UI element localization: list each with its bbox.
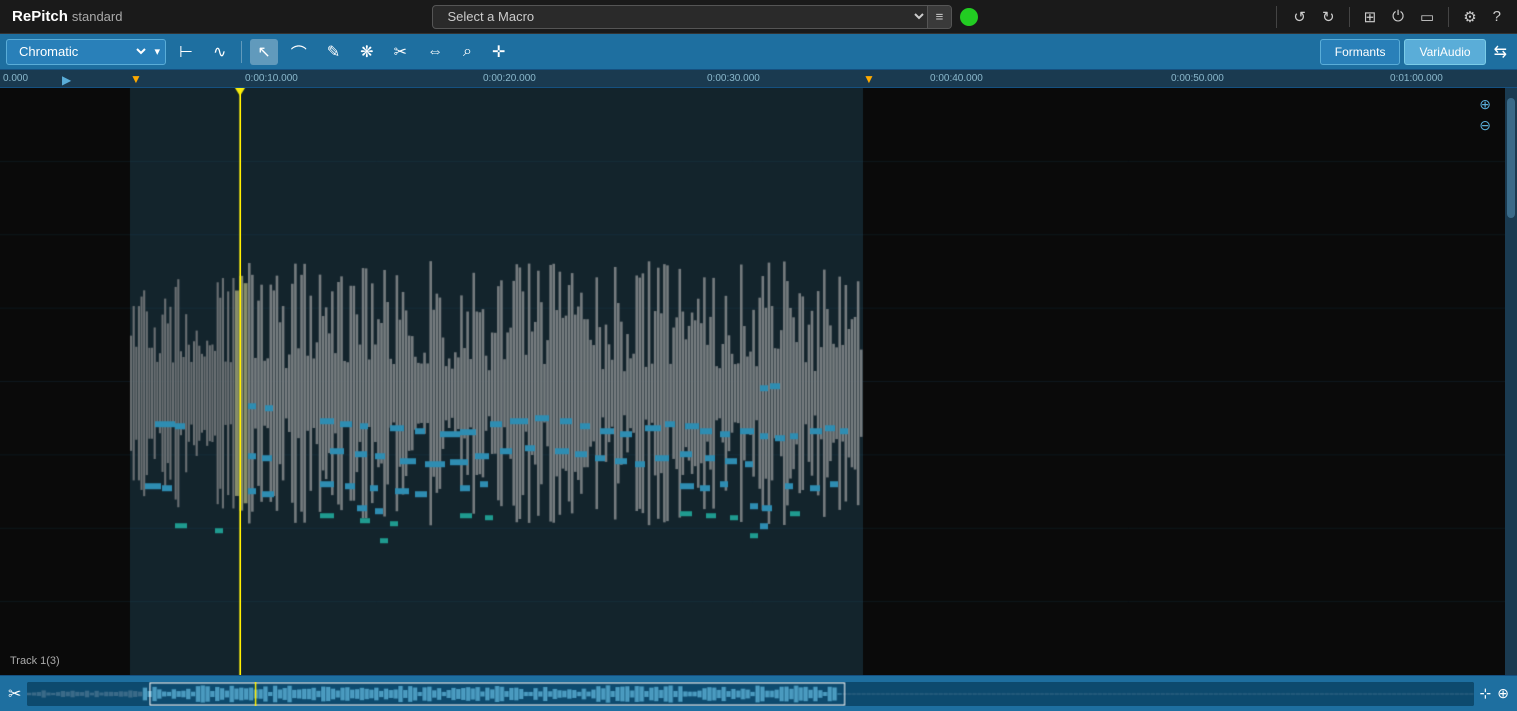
scissors-tool-button[interactable]: ✂ (387, 39, 414, 65)
help-button[interactable]: ? (1487, 6, 1507, 27)
scale-select-container: Chromatic ▾ (6, 39, 166, 65)
smart-tool-button[interactable]: ❋ (353, 39, 380, 65)
track-label: Track 1(3) (10, 655, 60, 667)
main-area: Track 1(3) ⊕ ⊖ (0, 88, 1517, 675)
loop-start-marker[interactable]: ▼ (130, 72, 142, 86)
scale-dropdown-arrow-icon: ▾ (149, 45, 165, 58)
bottom-snap-icon: ⊹ (1480, 685, 1492, 701)
select-tool-icon: ↖ (257, 42, 270, 62)
logo-pitch: Pitch (31, 8, 68, 25)
pitch-curve-tool-button[interactable]: ⌒ (284, 39, 314, 65)
zoom-out-button[interactable]: ⊖ (1479, 117, 1491, 134)
top-right-controls: ↺ ↻ ⊞ ⏻ ▭ ⚙ ? (1276, 6, 1517, 28)
help-icon: ? (1493, 8, 1501, 25)
redo-button[interactable]: ↻ (1316, 6, 1341, 28)
pitch-curve-icon: ⌒ (291, 40, 307, 64)
mini-waveform[interactable] (27, 682, 1473, 706)
move-icon: ✛ (492, 42, 505, 62)
expand-button[interactable]: ⇆ (1490, 42, 1511, 62)
variaudio-button[interactable]: VariAudio (1404, 39, 1485, 65)
snap-button[interactable]: ⊢ (172, 39, 200, 65)
draw-icon: ✎ (327, 42, 340, 62)
settings-button[interactable]: ⚙ (1457, 6, 1482, 28)
time-marker-40: 0:00:40.000 (930, 73, 983, 84)
grid-button[interactable]: ⊞ (1358, 6, 1383, 28)
bottom-zoom-button[interactable]: ⊕ (1497, 685, 1509, 702)
monitor-button[interactable]: ▭ (1414, 6, 1440, 28)
bottom-bar: ✂ ⊹ ⊕ (0, 675, 1517, 711)
macro-select-container: Select a Macro ≡ (432, 5, 952, 29)
bottom-snap-button[interactable]: ⊹ (1480, 685, 1492, 702)
zoom-tool-button[interactable]: ⌕ (456, 39, 479, 65)
macro-select[interactable]: Select a Macro (433, 8, 926, 25)
time-marker-30: 0:00:30.000 (707, 73, 760, 84)
time-marker-20: 0:00:20.000 (483, 73, 536, 84)
draw-tool-button[interactable]: ✎ (320, 39, 347, 65)
macro-status-indicator (960, 8, 978, 26)
power-icon: ⏻ (1392, 8, 1404, 25)
move-tool-button[interactable]: ✛ (485, 39, 512, 65)
filter-icon: ≡ (936, 9, 944, 24)
multi-tool-button[interactable]: ⇔ (420, 39, 450, 65)
expand-icon: ⇆ (1494, 44, 1507, 61)
macro-area: Select a Macro ≡ (134, 5, 1276, 29)
top-bar: RePitch standard Select a Macro ≡ ↺ ↻ ⊞ … (0, 0, 1517, 34)
right-scrollbar[interactable] (1505, 88, 1517, 675)
mini-waveform-canvas (27, 682, 1473, 706)
undo-icon: ↺ (1293, 8, 1306, 26)
bottom-scissors-icon: ✂ (8, 686, 21, 703)
logo-re: Re (12, 8, 31, 25)
waveform-canvas (0, 88, 1505, 675)
redo-icon: ↻ (1322, 8, 1335, 26)
toolbar: Chromatic ▾ ⊢ ∿ ↖ ⌒ ✎ ❋ ✂ ⇔ ⌕ ✛ Formants… (0, 34, 1517, 70)
logo-area: RePitch standard (0, 8, 134, 25)
toolbar-separator (241, 41, 242, 63)
toolbar-right: Formants VariAudio ⇆ (1320, 39, 1511, 65)
separator (1448, 7, 1449, 27)
waveform-area[interactable]: Track 1(3) ⊕ ⊖ (0, 88, 1505, 675)
scale-select[interactable]: Chromatic (7, 43, 149, 60)
multi-icon: ⇔ (427, 43, 443, 61)
bottom-zoom-icon: ⊕ (1497, 685, 1509, 701)
formants-button[interactable]: Formants (1320, 39, 1401, 65)
time-marker-0: 0.000 (3, 73, 28, 84)
scrollbar-thumb[interactable] (1507, 98, 1515, 218)
select-tool-button[interactable]: ↖ (250, 39, 277, 65)
time-marker-10: 0:00:10.000 (245, 73, 298, 84)
undo-button[interactable]: ↺ (1287, 6, 1312, 28)
loop-end-marker[interactable]: ▼ (863, 72, 875, 86)
time-marker-60: 0:01:00.000 (1390, 73, 1443, 84)
separator (1349, 7, 1350, 27)
wave-button[interactable]: ∿ (206, 39, 233, 65)
power-button[interactable]: ⏻ (1386, 6, 1410, 27)
timeline-ruler[interactable]: 0.000 0:00:10.000 0:00:20.000 0:00:30.00… (0, 70, 1517, 88)
time-marker-50: 0:00:50.000 (1171, 73, 1224, 84)
bottom-scissors-button[interactable]: ✂ (8, 684, 21, 704)
zoom-tool-icon: ⌕ (463, 43, 472, 61)
logo-standard: standard (72, 9, 123, 24)
play-position-marker: ▶ (62, 73, 71, 87)
settings-icon: ⚙ (1463, 8, 1476, 26)
scissors-icon: ✂ (394, 42, 407, 62)
macro-filter-button[interactable]: ≡ (927, 6, 952, 28)
wave-icon: ∿ (213, 42, 226, 62)
grid-icon: ⊞ (1364, 8, 1377, 26)
snap-icon: ⊢ (179, 42, 193, 62)
monitor-icon: ▭ (1420, 8, 1434, 26)
zoom-in-button[interactable]: ⊕ (1479, 96, 1491, 113)
smart-tool-icon: ❋ (360, 42, 373, 62)
zoom-controls: ⊕ ⊖ (1479, 96, 1491, 134)
bottom-right-buttons: ⊹ ⊕ (1480, 685, 1509, 702)
